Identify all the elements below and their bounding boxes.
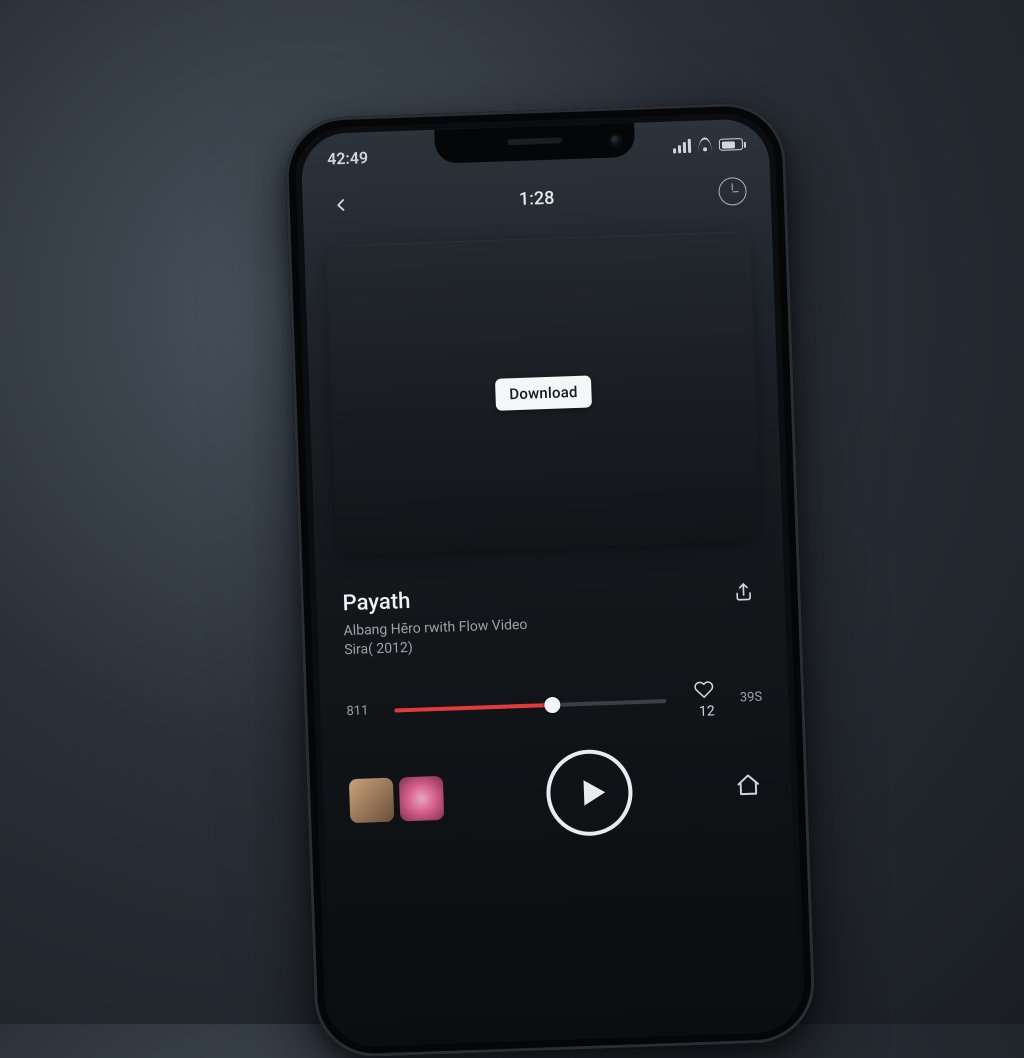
cellular-signal-icon <box>673 139 691 154</box>
progress-knob[interactable] <box>544 697 561 714</box>
home-icon <box>735 772 762 799</box>
queue-thumb-2[interactable] <box>399 776 445 822</box>
phone-frame: 42:49 1:28 Download <box>284 102 817 1058</box>
heart-icon[interactable] <box>694 679 715 700</box>
track-meta: Payath Albang Hēro rwith Flow Video Sira… <box>315 540 787 667</box>
download-button[interactable]: Download <box>495 375 592 410</box>
wifi-icon <box>697 139 713 152</box>
home-button[interactable] <box>735 771 766 802</box>
status-time: 42:49 <box>327 148 369 168</box>
notch <box>434 123 635 164</box>
progress-bar[interactable] <box>394 699 666 712</box>
total-time: 39S <box>728 690 763 706</box>
chevron-left-icon <box>330 195 351 216</box>
play-icon <box>575 775 610 810</box>
play-button[interactable] <box>545 748 634 837</box>
screen: 42:49 1:28 Download <box>300 118 799 1042</box>
share-button[interactable] <box>728 577 759 608</box>
media-card: Download <box>326 231 761 556</box>
back-button[interactable] <box>326 191 355 220</box>
header-title: 1:28 <box>519 187 555 209</box>
player-controls <box>321 723 792 845</box>
queue-thumbnails[interactable] <box>349 776 444 823</box>
track-subtitle: Albang Hēro rwith Flow Video Sira( 2012) <box>343 616 528 660</box>
share-icon <box>732 581 755 604</box>
speaker-grill <box>508 137 562 145</box>
clock-button[interactable] <box>718 177 747 206</box>
front-camera <box>611 135 621 145</box>
elapsed-time: 811 <box>346 703 381 719</box>
queue-thumb-1[interactable] <box>349 777 395 823</box>
track-title: Payath <box>342 585 527 616</box>
progress-fill <box>394 703 552 713</box>
like-count: 12 <box>699 703 715 720</box>
battery-icon <box>719 138 743 151</box>
